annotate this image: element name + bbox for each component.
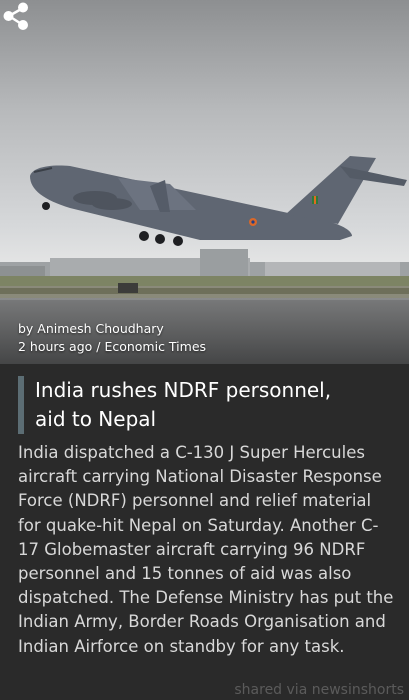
article-body: India dispatched a C-130 J Super Hercule… (18, 443, 394, 656)
aircraft-photo (0, 156, 409, 364)
headline-line-1: India rushes NDRF personnel, (35, 378, 332, 402)
time-source: 2 hours ago / Economic Times (18, 339, 207, 354)
share-icon[interactable] (0, 0, 32, 32)
headline: India rushes NDRF personnel, aid to Nepa… (35, 376, 409, 434)
shared-via-footer: shared via newsinshorts (234, 682, 404, 698)
hero-image: by Animesh Choudhary 2 hours ago / Econo… (0, 0, 409, 364)
headline-block: India rushes NDRF personnel, aid to Nepa… (18, 376, 409, 434)
headline-line-2: aid to Nepal (35, 407, 157, 431)
author: by Animesh Choudhary (18, 321, 164, 336)
article-meta: by Animesh Choudhary 2 hours ago / Econo… (18, 320, 206, 356)
